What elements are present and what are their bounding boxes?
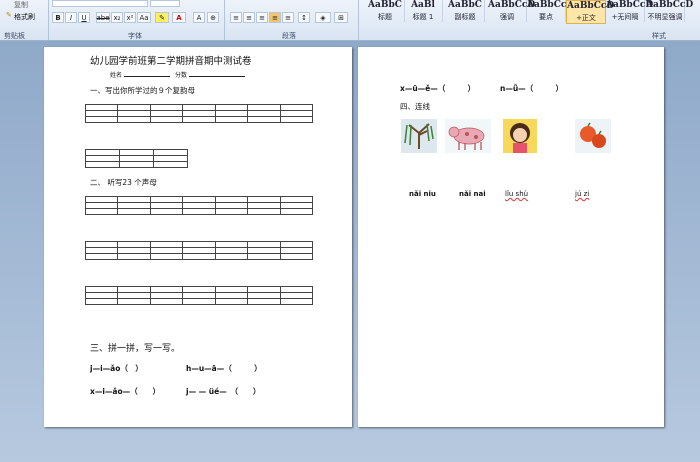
- score-label: 分数: [175, 72, 188, 79]
- char-shading-button[interactable]: A: [193, 12, 205, 23]
- document-page-2[interactable]: x—ū—ě—（ ） n—ǚ—（ ） 四、连线 nǎi niu nǎi nai l…: [358, 47, 664, 427]
- grandma-picture: [503, 119, 537, 153]
- writing-grid: [84, 286, 314, 305]
- strikethrough-button[interactable]: abe: [96, 12, 110, 23]
- align-left-icon: ≡: [233, 13, 239, 22]
- format-painter-button[interactable]: 格式刷: [14, 12, 35, 22]
- align-center-button[interactable]: ≡: [243, 12, 255, 23]
- divider: [48, 0, 49, 40]
- style-name: 不明显强调: [647, 13, 683, 21]
- pinyin-item: j—i—ǎo（ ）: [90, 364, 143, 373]
- style-name: 副标题: [454, 13, 476, 21]
- align-center-icon: ≡: [246, 13, 252, 22]
- writing-grid: [84, 104, 314, 123]
- pinyin-item: j— — üé— （ ）: [186, 387, 261, 396]
- style-0[interactable]: AaBbC 标题: [366, 0, 405, 22]
- pinyin-item: h—u—ā—（ ）: [186, 364, 262, 373]
- align-right-button[interactable]: ≡: [256, 12, 268, 23]
- highlight-button[interactable]: ✎: [155, 12, 169, 23]
- score-underline: [189, 76, 245, 77]
- question-4: 四、连线: [400, 102, 430, 111]
- style-1[interactable]: AaBl 标题 1: [404, 0, 443, 22]
- writing-grid: [85, 149, 188, 168]
- name-label: 姓名: [110, 72, 123, 79]
- style-5[interactable]: AaBbCcD +正文: [566, 0, 615, 24]
- align-left-button[interactable]: ≡: [230, 12, 242, 23]
- style-name: 要点: [539, 13, 553, 21]
- justify-icon: ≡: [272, 13, 278, 22]
- style-7[interactable]: AaBbCcD 不明显强调: [646, 0, 694, 22]
- bold-button[interactable]: B: [52, 12, 64, 23]
- enclose-char-icon: ⊕: [210, 13, 216, 22]
- borders-button[interactable]: ⊞: [334, 12, 348, 23]
- orange-picture: [575, 119, 611, 153]
- font-color-button[interactable]: A: [172, 12, 186, 23]
- distribute-button[interactable]: ≡: [282, 12, 294, 23]
- style-preview: AaBbCcD: [567, 1, 615, 11]
- superscript-button[interactable]: x²: [124, 12, 136, 23]
- line-spacing-button[interactable]: ↕: [298, 12, 310, 23]
- group-label-paragraph: 段落: [282, 32, 296, 40]
- style-6[interactable]: AaBbCcD +无间隔: [606, 0, 654, 22]
- style-4[interactable]: AaBbCcD 要点: [527, 0, 575, 22]
- style-name: 标题: [378, 13, 392, 21]
- underline-button[interactable]: U: [78, 12, 90, 23]
- divider: [358, 0, 359, 40]
- pinyin-item: x—ū—ě—（ ）: [400, 84, 476, 93]
- style-preview: AaBbC: [368, 0, 402, 10]
- question-1: 一、写出你所学过的９个复韵母: [90, 86, 195, 95]
- style-preview: AaBbCcD: [527, 0, 575, 10]
- document-page-1[interactable]: 幼儿园学前班第二学期拼音期中测试卷 姓名 分数 一、写出你所学过的９个复韵母 二…: [44, 47, 352, 427]
- style-name: +无间隔: [611, 13, 639, 21]
- group-label-font: 字体: [128, 32, 142, 40]
- question-3: 三、拼一拼，写一写。: [90, 344, 181, 354]
- pinyin-item: n—ǚ—（ ）: [500, 84, 564, 93]
- font-size-select[interactable]: [150, 0, 180, 7]
- pinyin-label: nǎi nai: [459, 190, 486, 198]
- style-name: 强调: [500, 13, 514, 21]
- highlighter-icon: ✎: [159, 13, 165, 22]
- shading-button[interactable]: ◈: [315, 12, 331, 23]
- style-name: 明显: [690, 2, 700, 12]
- line-spacing-icon: ↕: [301, 13, 307, 22]
- italic-button[interactable]: I: [65, 12, 77, 23]
- copy-button[interactable]: 复制: [14, 0, 28, 10]
- style-preview: AaBbCcD: [646, 0, 694, 10]
- document-workspace[interactable]: 幼儿园学前班第二学期拼音期中测试卷 姓名 分数 一、写出你所学过的９个复韵母 二…: [0, 41, 700, 462]
- enclose-char-button[interactable]: ⊕: [207, 12, 219, 23]
- font-name-select[interactable]: [52, 0, 148, 7]
- ribbon: 复制 ✎ 格式刷 剪贴板 B I U abe x₂ x² Aa ✎ A A ⊕ …: [0, 0, 700, 41]
- change-case-button[interactable]: Aa: [137, 12, 151, 23]
- distribute-icon: ≡: [285, 13, 291, 22]
- pinyin-label: lǐu shù: [505, 190, 529, 198]
- subscript-button[interactable]: x₂: [111, 12, 123, 23]
- style-preview: AaBbC: [448, 0, 482, 10]
- question-2: 二、 听写23 个声母: [90, 178, 157, 187]
- style-8[interactable]: 明显: [690, 0, 700, 22]
- border-icon: ⊞: [338, 13, 344, 22]
- cow-picture: [445, 119, 491, 153]
- group-label-clipboard: 剪贴板: [4, 32, 25, 40]
- writing-grid: [84, 241, 314, 260]
- pinyin-label: nǎi niu: [409, 190, 436, 198]
- divider: [224, 0, 225, 40]
- style-preview: AaBbCcD: [488, 0, 536, 10]
- style-preview: AaBl: [411, 0, 435, 10]
- pinyin-item: x—i—ǎo—（ ）: [90, 387, 161, 396]
- style-name: 标题 1: [412, 13, 434, 21]
- style-preview: AaBbCcD: [606, 0, 654, 10]
- paint-bucket-icon: ◈: [320, 13, 326, 22]
- style-2[interactable]: AaBbC 副标题: [446, 0, 485, 22]
- style-3[interactable]: AaBbCcD 强调: [488, 0, 536, 22]
- writing-grid: [84, 196, 314, 215]
- justify-button[interactable]: ≡: [269, 12, 281, 23]
- style-name: +正文: [576, 14, 596, 22]
- page-title: 幼儿园学前班第二学期拼音期中测试卷: [90, 56, 252, 67]
- willow-tree-picture: [401, 119, 437, 153]
- align-right-icon: ≡: [259, 13, 265, 22]
- pinyin-label: jú zi: [575, 190, 590, 198]
- name-underline: [124, 76, 170, 77]
- group-label-styles: 样式: [652, 32, 666, 40]
- format-painter-icon[interactable]: ✎: [6, 11, 12, 19]
